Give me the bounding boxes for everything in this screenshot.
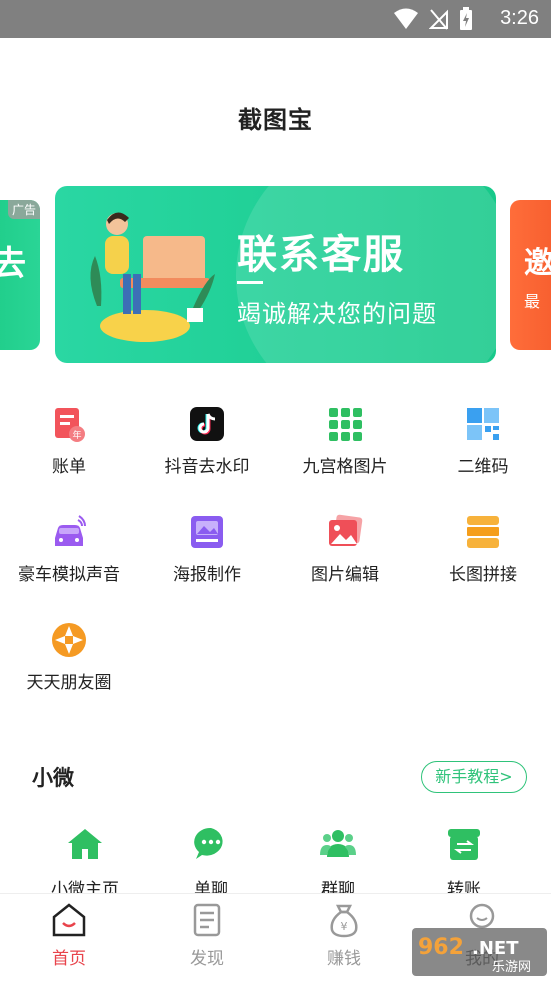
- tool-label: 天天朋友圈: [26, 673, 112, 693]
- tool-nine-grid[interactable]: 九宫格图片: [276, 406, 414, 477]
- tab-earn-money[interactable]: ¥ 赚钱: [275, 902, 413, 969]
- tab-discover[interactable]: 发现: [138, 902, 276, 969]
- money-bag-tab-icon: ¥: [330, 904, 358, 938]
- tool-label: 长图拼接: [449, 565, 517, 585]
- tool-tiktok-watermark[interactable]: 抖音去水印: [138, 406, 276, 477]
- car-sound-icon: [55, 515, 86, 546]
- tiktok-icon: [190, 407, 224, 441]
- status-bar: 3:26: [0, 0, 551, 38]
- banner-divider: [237, 281, 263, 284]
- tool-qrcode[interactable]: 二维码: [414, 406, 551, 477]
- mini-item-home[interactable]: 小微主页: [16, 825, 154, 900]
- tool-poster[interactable]: 海报制作: [138, 514, 276, 585]
- long-image-icon: [467, 516, 499, 548]
- tool-moments[interactable]: 天天朋友圈: [0, 622, 138, 693]
- qrcode-icon: [467, 408, 499, 440]
- battery-charging-icon: [460, 7, 472, 30]
- svg-text:¥: ¥: [341, 920, 348, 933]
- transfer-icon: [448, 829, 480, 860]
- section-title-xiaowei: 小微: [32, 766, 74, 790]
- banner-next-slide[interactable]: 邀 最: [510, 200, 551, 350]
- tab-label: 首页: [52, 949, 86, 969]
- tool-label: 海报制作: [173, 565, 241, 585]
- wifi-icon: [394, 8, 418, 29]
- ad-badge: 广告: [7, 200, 40, 219]
- watermark-text-3: 乐游网: [492, 960, 531, 975]
- mini-item-chat[interactable]: 单聊: [142, 825, 280, 900]
- banner-next-subtext: 最: [524, 292, 541, 311]
- tool-label: 豪车模拟声音: [18, 565, 120, 585]
- tool-label: 图片编辑: [311, 565, 379, 585]
- tool-label: 账单: [52, 457, 86, 477]
- poster-icon: [191, 516, 223, 548]
- tool-car-sound[interactable]: 豪车模拟声音: [0, 514, 138, 585]
- support-person-illustration: [90, 212, 215, 342]
- tab-label: 发现: [190, 949, 224, 969]
- tool-long-image[interactable]: 长图拼接: [414, 514, 551, 585]
- banner-subline: 竭诚解决您的问题: [237, 300, 437, 328]
- status-time: 3:26: [500, 7, 539, 29]
- banner-headline: 联系客服: [237, 232, 405, 278]
- tool-bill[interactable]: 年 账单: [0, 406, 138, 477]
- banner-next-text: 邀: [524, 246, 551, 281]
- tool-label: 抖音去水印: [164, 457, 250, 477]
- tool-label: 九宫格图片: [302, 457, 388, 477]
- moments-icon: [52, 623, 86, 657]
- mini-item-group-chat[interactable]: 群聊: [269, 825, 407, 900]
- mini-item-transfer[interactable]: 转账: [395, 825, 533, 900]
- bill-icon: 年: [55, 408, 85, 442]
- tab-home[interactable]: 首页: [0, 902, 138, 969]
- status-icons: [393, 7, 473, 31]
- customer-service-banner[interactable]: 联系客服 竭诚解决您的问题: [55, 186, 496, 363]
- nine-grid-icon: [329, 408, 362, 441]
- watermark-logo: 962 .NET 乐游网: [412, 928, 547, 976]
- tab-label: 赚钱: [327, 949, 361, 969]
- watermark-text-1: 962: [418, 935, 464, 960]
- image-edit-icon: [329, 514, 363, 546]
- banner-prev-text: 去: [0, 244, 26, 284]
- page-title: 截图宝: [238, 106, 313, 134]
- tool-image-edit[interactable]: 图片编辑: [276, 514, 414, 585]
- group-chat-icon: [320, 830, 356, 857]
- no-signal-icon: [429, 9, 448, 30]
- discover-tab-icon: [193, 903, 221, 937]
- watermark-text-2: .NET: [472, 938, 519, 959]
- home-tab-icon: [52, 903, 86, 937]
- home-icon: [68, 829, 102, 859]
- tool-label: 二维码: [457, 457, 509, 477]
- banner-prev-slide[interactable]: 广告 去: [0, 200, 40, 350]
- tutorial-button[interactable]: 新手教程>: [421, 761, 527, 793]
- svg-text:年: 年: [72, 429, 81, 441]
- chat-icon: [194, 827, 223, 859]
